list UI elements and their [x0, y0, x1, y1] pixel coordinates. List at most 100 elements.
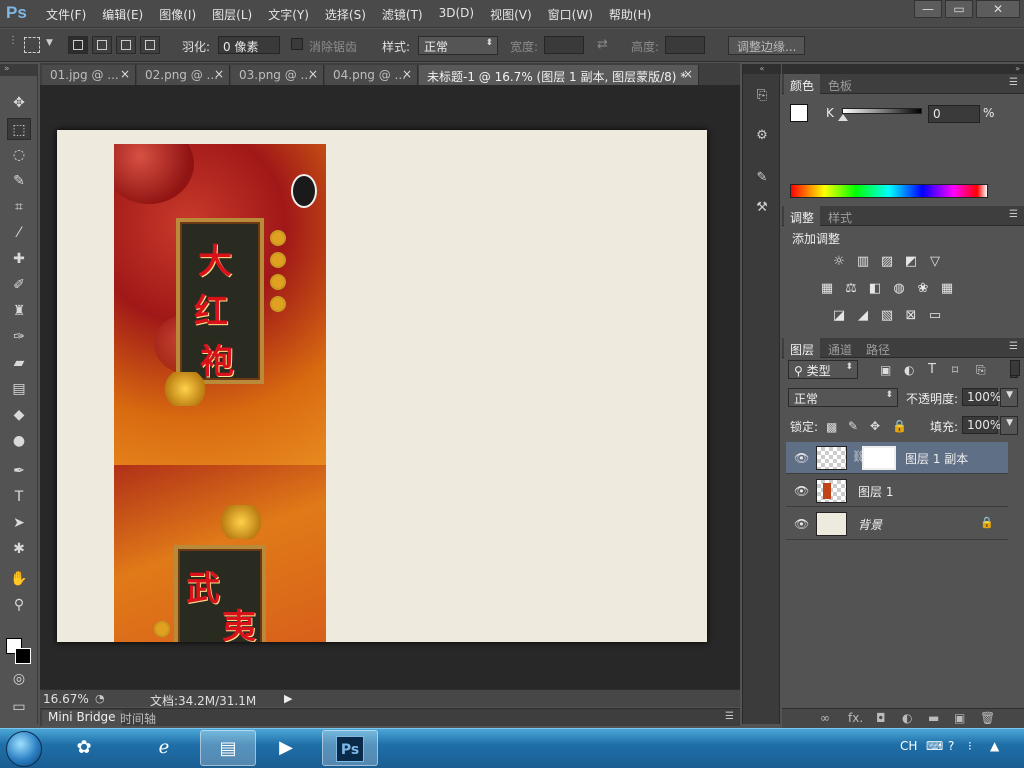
path-selection-tool-icon[interactable]: ➤: [7, 512, 31, 534]
k-channel-slider[interactable]: [842, 108, 922, 114]
add-to-selection-button[interactable]: [92, 36, 112, 54]
close-icon[interactable]: ×: [214, 67, 224, 81]
link-layers-icon[interactable]: ∞: [820, 711, 830, 725]
slider-handle[interactable]: [838, 114, 848, 121]
lock-pixels-icon[interactable]: ✎: [848, 419, 858, 433]
width-input[interactable]: [544, 36, 584, 54]
language-indicator[interactable]: CH: [900, 739, 917, 753]
custom-shape-tool-icon[interactable]: ✱: [7, 538, 31, 560]
hand-tool-icon[interactable]: ✋: [7, 568, 31, 590]
fill-input[interactable]: 100%: [962, 416, 1001, 434]
new-group-icon[interactable]: ▬: [928, 711, 939, 725]
filter-shape-icon[interactable]: ⌑: [952, 363, 958, 377]
restore-button[interactable]: ▭: [945, 0, 973, 18]
quick-mask-icon[interactable]: ◎: [7, 668, 31, 690]
tab-swatches[interactable]: 色板: [822, 77, 858, 94]
tab-paths[interactable]: 路径: [860, 341, 896, 358]
tab-timeline[interactable]: 时间轴: [114, 710, 162, 726]
quick-selection-tool-icon[interactable]: ✎: [7, 170, 31, 192]
pen-tool-icon[interactable]: ✒: [7, 460, 31, 482]
tab-01-jpg[interactable]: 01.jpg @ ... ×: [42, 65, 136, 85]
menu-layer[interactable]: 图层(L): [204, 6, 260, 23]
k-value-input[interactable]: 0: [928, 105, 980, 123]
blend-mode-select[interactable]: 正常 ⬍: [788, 388, 898, 407]
screen-mode-icon[interactable]: ▭: [7, 696, 31, 718]
menu-view[interactable]: 视图(V): [482, 6, 540, 23]
close-icon[interactable]: ×: [402, 67, 412, 81]
background-color-swatch[interactable]: [15, 648, 31, 664]
menu-help[interactable]: 帮助(H): [601, 6, 659, 23]
rectangular-marquee-tool-icon[interactable]: ⬚: [7, 118, 31, 140]
lock-transparency-icon[interactable]: ▩: [826, 420, 837, 434]
menu-3d[interactable]: 3D(D): [431, 6, 482, 23]
brush-tool-icon[interactable]: ✐: [7, 274, 31, 296]
photoshop-taskbar-icon[interactable]: Ps: [322, 730, 378, 766]
opacity-input[interactable]: 100%: [962, 388, 1001, 406]
eye-icon[interactable]: 👁: [794, 517, 809, 531]
tab-layers[interactable]: 图层: [784, 338, 821, 358]
status-menu-arrow-icon[interactable]: ▶: [284, 692, 292, 705]
layer-name[interactable]: 图层 1: [858, 483, 893, 500]
layer-name[interactable]: 图层 1 副本: [905, 450, 968, 467]
fill-dropdown[interactable]: ▼: [1000, 416, 1018, 435]
style-select[interactable]: 正常 ⬍: [418, 36, 498, 55]
opacity-dropdown[interactable]: ▼: [1000, 388, 1018, 407]
color-spectrum-bar[interactable]: [790, 184, 988, 198]
feather-input[interactable]: 0 像素: [218, 36, 280, 54]
type-tool-icon[interactable]: T: [7, 486, 31, 508]
gradient-tool-icon[interactable]: ▤: [7, 378, 31, 400]
help-icon[interactable]: ?: [948, 739, 954, 753]
history-panel-icon[interactable]: ⎘: [753, 88, 771, 106]
menu-edit[interactable]: 编辑(E): [94, 6, 151, 23]
lock-all-icon[interactable]: 🔒: [892, 419, 907, 433]
new-selection-button[interactable]: [68, 36, 88, 54]
menu-file[interactable]: 文件(F): [38, 6, 94, 23]
brush-panel-icon[interactable]: ✎: [753, 170, 771, 188]
eye-icon[interactable]: 👁: [794, 451, 809, 465]
new-layer-icon[interactable]: ▣: [954, 711, 965, 725]
internet-explorer-icon[interactable]: ℯ: [136, 730, 192, 766]
channel-mixer-icon[interactable]: ❀: [914, 281, 932, 297]
menu-filter[interactable]: 滤镜(T): [374, 6, 431, 23]
tab-styles[interactable]: 样式: [822, 209, 858, 226]
layer-row[interactable]: 👁 背景 🔒: [786, 508, 1008, 540]
levels-icon[interactable]: ▥: [854, 254, 872, 270]
vibrance-icon[interactable]: ▽: [926, 254, 944, 270]
crop-tool-icon[interactable]: ⌗: [7, 196, 31, 218]
menu-select[interactable]: 选择(S): [317, 6, 374, 23]
zoom-tool-icon[interactable]: ⚲: [7, 594, 31, 616]
invert-icon[interactable]: ◪: [830, 308, 848, 324]
brush-presets-icon[interactable]: ⚒: [753, 200, 771, 218]
lasso-tool-icon[interactable]: ◌: [7, 144, 31, 166]
keyboard-icon[interactable]: ⌨: [926, 739, 943, 753]
tab-mini-bridge[interactable]: Mini Bridge: [42, 710, 122, 726]
tab-03-png[interactable]: 03.png @ ... ×: [231, 65, 324, 85]
preset-chevron-down-icon[interactable]: ▼: [46, 38, 53, 48]
layer-row[interactable]: 👁 图层 1: [786, 475, 1008, 507]
tab-untitled-1[interactable]: 未标题-1 @ 16.7% (图层 1 副本, 图层蒙版/8) * ×: [419, 65, 699, 85]
zoom-level[interactable]: 16.67%: [43, 692, 89, 706]
history-brush-tool-icon[interactable]: ✑: [7, 326, 31, 348]
exposure-icon[interactable]: ◩: [902, 254, 920, 270]
panel-menu-icon[interactable]: ☰: [1009, 209, 1018, 220]
height-input[interactable]: [665, 36, 705, 54]
brightness-contrast-icon[interactable]: ☼: [830, 254, 848, 270]
menu-image[interactable]: 图像(I): [151, 6, 204, 23]
healing-brush-tool-icon[interactable]: ✚: [7, 248, 31, 270]
menu-type[interactable]: 文字(Y): [260, 6, 317, 23]
filter-smart-object-icon[interactable]: ⎘: [976, 363, 986, 378]
antialias-checkbox[interactable]: [291, 38, 303, 50]
lock-position-icon[interactable]: ✥: [870, 419, 880, 433]
threshold-icon[interactable]: ▧: [878, 308, 896, 324]
panel-menu-icon[interactable]: ☰: [1009, 77, 1018, 88]
tab-channels[interactable]: 通道: [822, 341, 858, 358]
show-hidden-icons-icon[interactable]: ▲: [990, 739, 999, 753]
properties-panel-icon[interactable]: ⚙: [753, 128, 771, 146]
filter-pixel-icon[interactable]: ▣: [880, 363, 891, 377]
layer-mask-thumbnail[interactable]: [862, 446, 896, 470]
close-icon[interactable]: ×: [683, 67, 693, 81]
menu-window[interactable]: 窗口(W): [540, 6, 601, 23]
toolbox-collapse-icon[interactable]: »: [0, 64, 38, 76]
eraser-tool-icon[interactable]: ▰: [7, 352, 31, 374]
layer-filter-select[interactable]: ⚲ 类型 ⬍: [788, 360, 858, 379]
